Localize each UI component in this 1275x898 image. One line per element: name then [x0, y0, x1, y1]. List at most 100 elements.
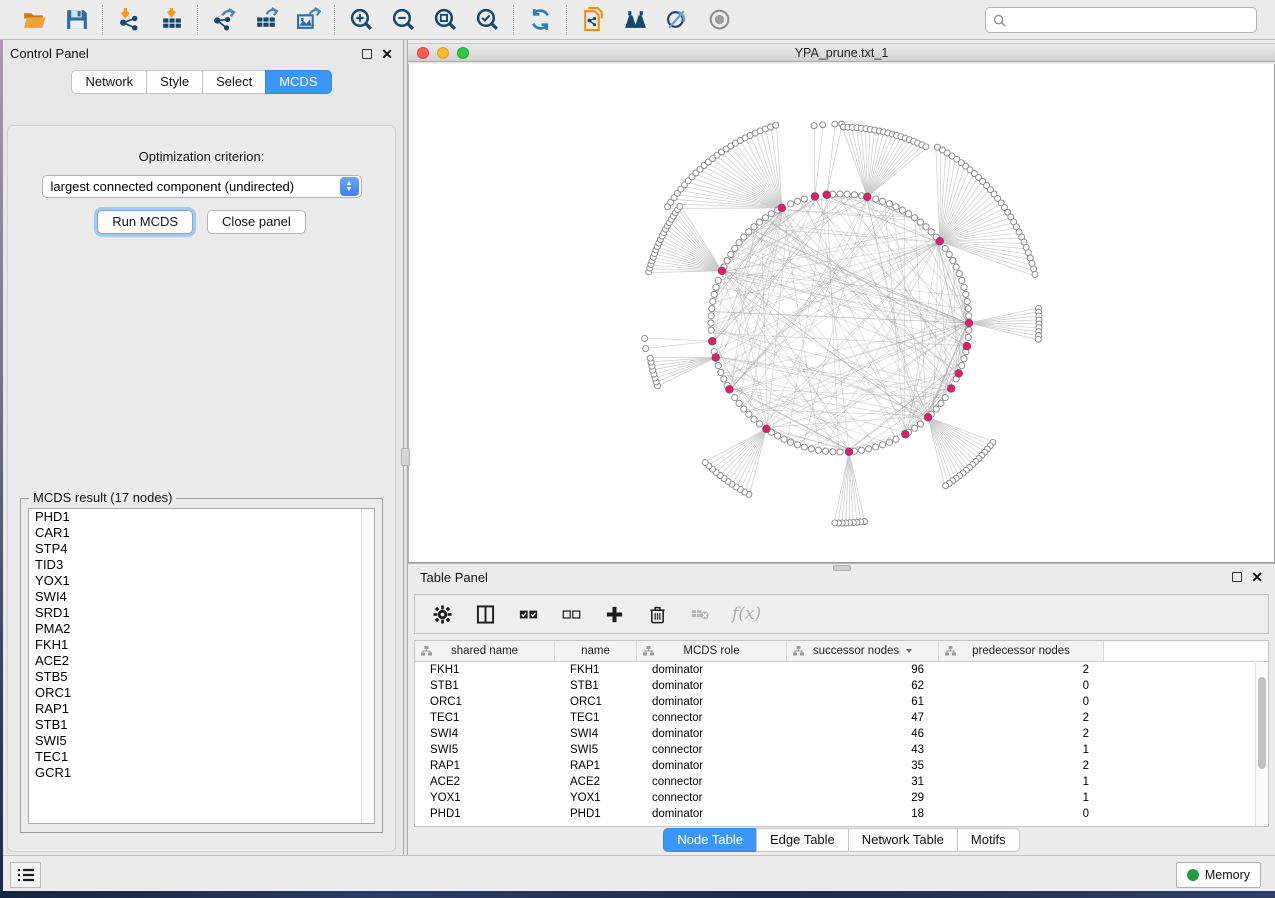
tab-select[interactable]: Select	[202, 70, 265, 94]
network-node[interactable]	[830, 449, 836, 455]
network-node[interactable]	[823, 448, 829, 454]
deselect-all-rows-button[interactable]	[560, 603, 582, 625]
table-row[interactable]: YOX1YOX1connector291	[415, 790, 1268, 806]
network-node[interactable]	[886, 201, 892, 207]
dominator-node[interactable]	[936, 237, 944, 245]
dominator-node[interactable]	[778, 204, 786, 212]
dominator-node[interactable]	[823, 191, 831, 199]
mcds-result-item[interactable]: ACE2	[29, 653, 374, 669]
import-table-button[interactable]	[157, 6, 185, 34]
import-network-button[interactable]	[115, 6, 143, 34]
network-node[interactable]	[837, 449, 843, 455]
leaf-node[interactable]	[642, 335, 648, 341]
network-node[interactable]	[880, 442, 886, 448]
network-node[interactable]	[808, 446, 814, 452]
zoom-in-button[interactable]	[347, 6, 375, 34]
network-node[interactable]	[728, 251, 734, 257]
splitter-grip[interactable]	[401, 448, 410, 466]
network-node[interactable]	[961, 284, 967, 290]
network-node[interactable]	[923, 224, 929, 230]
table-row[interactable]: RAP1RAP1dominator352	[415, 758, 1268, 774]
table-row[interactable]: SWI5SWI5connector431	[415, 742, 1268, 758]
network-node[interactable]	[961, 356, 967, 362]
network-node[interactable]	[912, 215, 918, 221]
select-all-rows-button[interactable]	[517, 603, 539, 625]
memory-button[interactable]: Memory	[1176, 862, 1261, 888]
network-node[interactable]	[965, 334, 971, 340]
network-node[interactable]	[711, 291, 717, 297]
mcds-result-item[interactable]: CAR1	[29, 525, 374, 541]
tab-style[interactable]: Style	[146, 70, 202, 94]
table-row[interactable]: ORC1ORC1dominator610	[415, 694, 1268, 710]
mcds-result-item[interactable]: ORC1	[29, 685, 374, 701]
close-panel-button[interactable]: Close panel	[207, 210, 306, 234]
dominator-node[interactable]	[955, 370, 963, 378]
dominator-node[interactable]	[763, 425, 771, 433]
network-node[interactable]	[873, 196, 879, 202]
mcds-result-item[interactable]: STB1	[29, 717, 374, 733]
table-row[interactable]: STB1STB1dominator620	[415, 678, 1268, 694]
network-node[interactable]	[757, 219, 763, 225]
export-network-button[interactable]	[210, 6, 238, 34]
network-window-titlebar[interactable]: YPA_prune.txt_1	[408, 43, 1275, 62]
leaf-node[interactable]	[811, 123, 817, 129]
hide-annotations-button[interactable]	[663, 6, 691, 34]
network-node[interactable]	[801, 444, 807, 450]
tab-network-table[interactable]: Network Table	[848, 828, 957, 852]
network-node[interactable]	[781, 436, 787, 442]
panel-splitter[interactable]	[403, 40, 408, 855]
network-node[interactable]	[933, 406, 939, 412]
open-in-web-button[interactable]	[579, 6, 607, 34]
network-node[interactable]	[751, 416, 757, 422]
dominator-node[interactable]	[708, 337, 716, 345]
network-node[interactable]	[965, 306, 971, 312]
network-node[interactable]	[906, 211, 912, 217]
network-node[interactable]	[963, 291, 969, 297]
leaf-node[interactable]	[677, 204, 683, 210]
network-node[interactable]	[959, 277, 965, 283]
network-node[interactable]	[917, 219, 923, 225]
network-node[interactable]	[794, 442, 800, 448]
table-row[interactable]: PHD1PHD1dominator180	[415, 806, 1268, 822]
network-node[interactable]	[873, 444, 879, 450]
dominator-node[interactable]	[845, 448, 853, 456]
zoom-selected-button[interactable]	[473, 6, 501, 34]
network-node[interactable]	[732, 245, 738, 251]
leaf-node[interactable]	[643, 346, 649, 352]
network-node[interactable]	[768, 211, 774, 217]
export-image-button[interactable]	[294, 6, 322, 34]
dominator-node[interactable]	[811, 193, 819, 201]
network-node[interactable]	[715, 363, 721, 369]
mcds-result-item[interactable]: STP4	[29, 541, 374, 557]
network-node[interactable]	[959, 363, 965, 369]
mcds-result-item[interactable]: STB5	[29, 669, 374, 685]
leaf-node[interactable]	[647, 355, 653, 361]
zoom-fit-button[interactable]	[431, 6, 459, 34]
network-node[interactable]	[912, 425, 918, 431]
column-header-shared-name[interactable]: shared name	[415, 641, 555, 661]
table-scrollbar-thumb[interactable]	[1258, 677, 1266, 769]
table-row[interactable]: FKH1FKH1dominator962	[415, 662, 1268, 678]
network-node[interactable]	[736, 400, 742, 406]
table-row[interactable]: SWI4SWI4dominator462	[415, 726, 1268, 742]
network-node[interactable]	[708, 313, 714, 319]
tab-mcds[interactable]: MCDS	[265, 70, 331, 94]
dominator-node[interactable]	[924, 413, 932, 421]
leaf-node[interactable]	[773, 122, 779, 128]
network-node[interactable]	[866, 446, 872, 452]
network-node[interactable]	[815, 447, 821, 453]
table-scrollbar[interactable]	[1255, 663, 1268, 826]
float-table-panel-icon[interactable]	[1232, 572, 1242, 582]
mcds-result-list[interactable]: PHD1CAR1STP4TID3YOX1SWI4SRD1PMA2FKH1ACE2…	[28, 508, 375, 824]
show-annotations-button[interactable]	[705, 6, 733, 34]
column-header-predecessor-nodes[interactable]: predecessor nodes	[939, 641, 1104, 661]
leaf-node[interactable]	[832, 520, 838, 526]
network-node[interactable]	[741, 234, 747, 240]
delete-column-button[interactable]	[646, 603, 668, 625]
network-node[interactable]	[942, 245, 948, 251]
network-node[interactable]	[837, 191, 843, 197]
network-node[interactable]	[794, 198, 800, 204]
mcds-result-item[interactable]: RAP1	[29, 701, 374, 717]
leaf-node[interactable]	[702, 460, 708, 466]
network-node[interactable]	[710, 298, 716, 304]
